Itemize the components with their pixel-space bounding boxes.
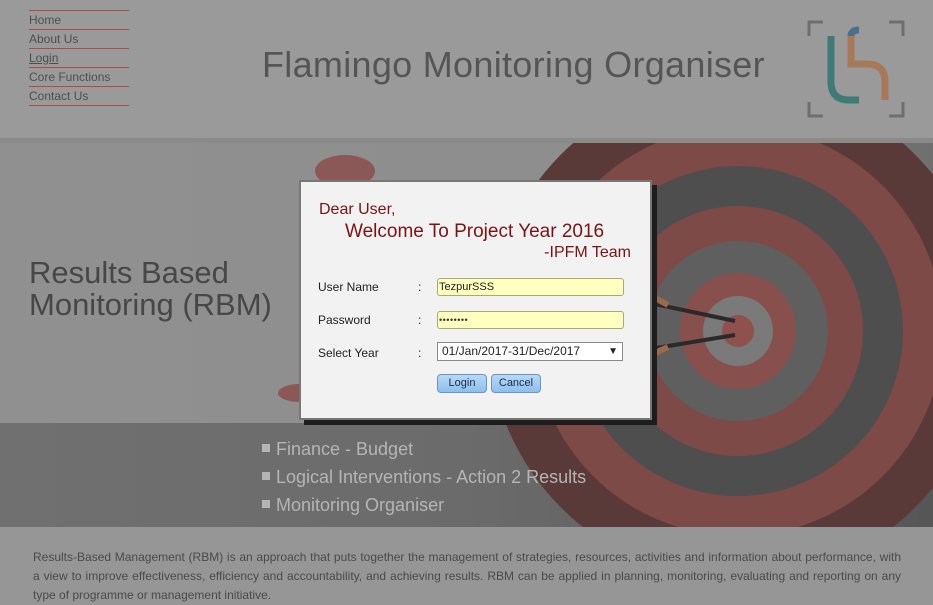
nav-about-link[interactable]: About Us xyxy=(29,29,129,48)
top-nav: Home About Us Login Core Functions Conta… xyxy=(29,10,129,106)
year-select-value: 01/Jan/2017-31/Dec/2017 xyxy=(442,344,581,358)
app-title: Flamingo Monitoring Organiser xyxy=(262,44,765,85)
nav-home-link[interactable]: Home xyxy=(29,10,129,29)
square-bullet-icon xyxy=(262,500,270,509)
rbm-description: Results-Based Management (RBM) is an app… xyxy=(33,550,901,602)
password-colon: : xyxy=(418,313,422,327)
nav-contact-link[interactable]: Contact Us xyxy=(29,86,129,106)
square-bullet-icon xyxy=(262,444,270,453)
nav-core-functions-link[interactable]: Core Functions xyxy=(29,67,129,86)
password-input[interactable]: •••••••• xyxy=(437,311,624,329)
year-colon: : xyxy=(418,346,422,360)
year-label: Select Year xyxy=(318,346,379,360)
feature-item: Monitoring Organiser xyxy=(262,491,586,519)
year-select[interactable]: 01/Jan/2017-31/Dec/2017 ▼ xyxy=(437,342,623,361)
greeting-text: Dear User, xyxy=(319,201,396,218)
login-dialog: Dear User, Welcome To Project Year 2016 … xyxy=(299,180,652,420)
hero-heading-line1: Results Based xyxy=(29,255,229,290)
username-label: User Name xyxy=(318,280,379,294)
feature-item: Finance - Budget xyxy=(262,435,586,463)
login-button[interactable]: Login xyxy=(437,374,487,393)
hero-heading-line2: Monitoring (RBM) xyxy=(29,287,272,322)
nav-login-link[interactable]: Login xyxy=(29,48,129,67)
password-label: Password xyxy=(318,313,371,327)
fmo-logo-icon xyxy=(807,20,905,118)
signature-text: -IPFM Team xyxy=(544,244,631,261)
feature-list: Finance - Budget Logical Interventions -… xyxy=(262,435,586,519)
welcome-text: Welcome To Project Year 2016 xyxy=(345,221,605,242)
username-input[interactable]: TezpurSSS xyxy=(437,278,624,296)
dropdown-arrow-icon[interactable]: ▼ xyxy=(608,343,618,360)
site-header: Home About Us Login Core Functions Conta… xyxy=(0,0,933,138)
feature-item: Logical Interventions - Action 2 Results xyxy=(262,463,586,491)
cancel-button[interactable]: Cancel xyxy=(491,374,541,393)
square-bullet-icon xyxy=(262,472,270,481)
hero-heading: Results Based Monitoring (RBM) xyxy=(29,257,272,321)
username-colon: : xyxy=(418,280,422,294)
